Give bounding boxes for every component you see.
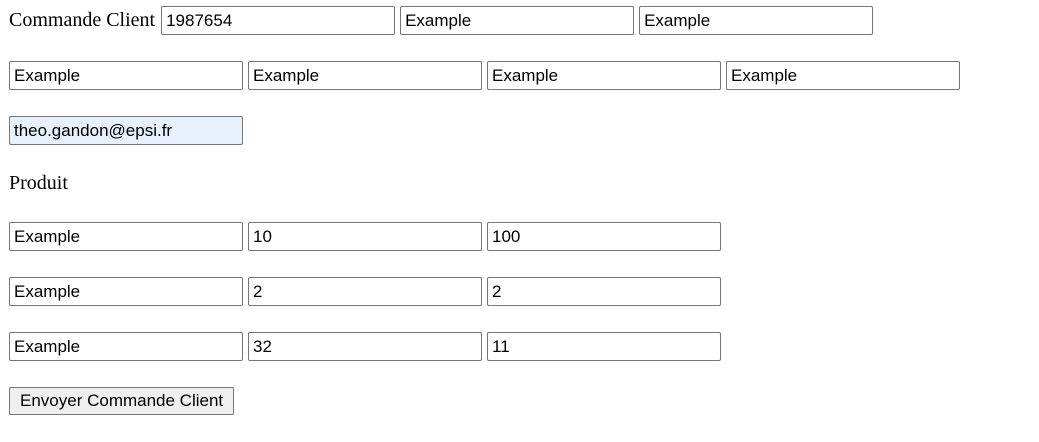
client-field-input[interactable] bbox=[639, 5, 874, 35]
product-quantity-input[interactable] bbox=[248, 331, 482, 361]
client-header-row: Commande Client bbox=[9, 5, 878, 35]
client-field-input[interactable] bbox=[400, 5, 635, 35]
product-price-input[interactable] bbox=[487, 276, 721, 306]
submit-row: Envoyer Commande Client bbox=[9, 386, 235, 416]
client-details-row bbox=[9, 60, 965, 90]
products-heading-row: Produit bbox=[9, 168, 68, 198]
product-row bbox=[9, 276, 726, 306]
products-title: Produit bbox=[9, 172, 68, 194]
product-row bbox=[9, 221, 726, 251]
product-price-input[interactable] bbox=[487, 221, 721, 251]
client-field-input[interactable] bbox=[726, 60, 960, 90]
client-field-input[interactable] bbox=[487, 60, 721, 90]
product-quantity-input[interactable] bbox=[248, 221, 482, 251]
product-row bbox=[9, 331, 726, 361]
form-title: Commande Client bbox=[9, 9, 156, 31]
email-row bbox=[9, 115, 248, 145]
email-input[interactable] bbox=[9, 115, 243, 145]
product-quantity-input[interactable] bbox=[248, 276, 482, 306]
client-field-input[interactable] bbox=[248, 60, 482, 90]
submit-order-button[interactable]: Envoyer Commande Client bbox=[9, 387, 235, 415]
product-name-input[interactable] bbox=[9, 221, 243, 251]
product-price-input[interactable] bbox=[487, 331, 721, 361]
product-name-input[interactable] bbox=[9, 331, 243, 361]
client-id-input[interactable] bbox=[161, 5, 396, 35]
product-name-input[interactable] bbox=[9, 276, 243, 306]
client-field-input[interactable] bbox=[9, 60, 243, 90]
